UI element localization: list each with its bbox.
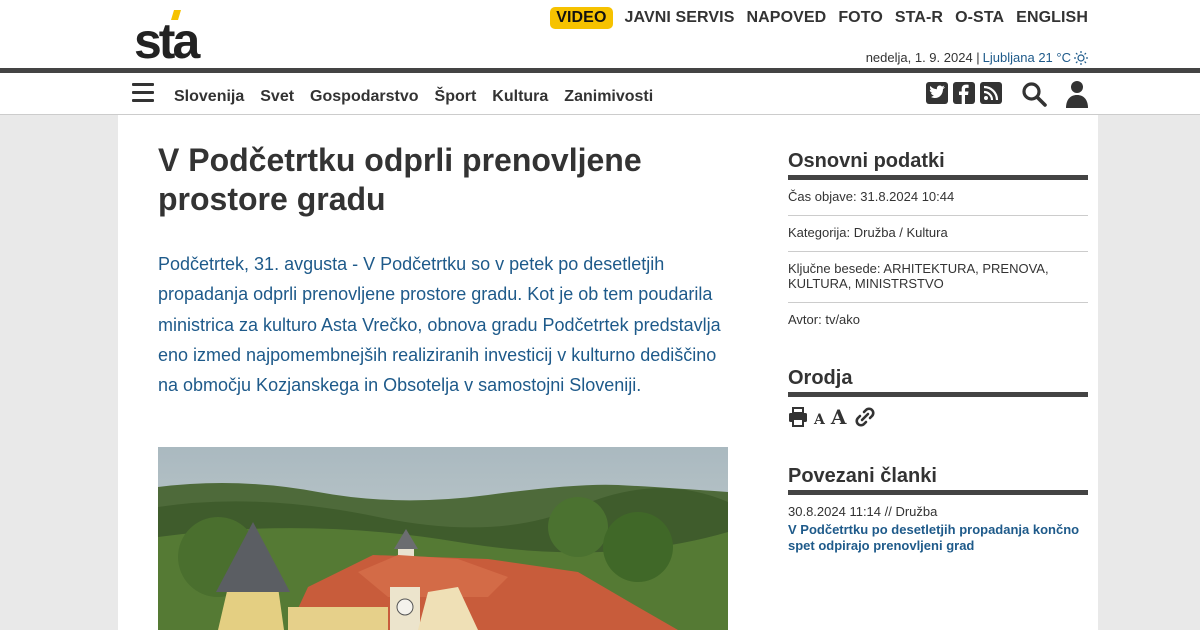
- article-photo[interactable]: [158, 447, 728, 630]
- tools-box: Orodja A A: [788, 367, 1088, 427]
- facebook-icon[interactable]: [953, 82, 975, 104]
- sta-logo[interactable]: sta: [134, 8, 224, 69]
- link-icon[interactable]: [852, 407, 878, 427]
- related-date: 30.8.2024 11:14 // Družba: [788, 504, 938, 519]
- meta-publish-time: Čas objave: 31.8.2024 10:44: [788, 180, 1088, 216]
- top-nav: VIDEO JAVNI SERVIS NAPOVED FOTO STA-R O-…: [550, 7, 1088, 29]
- top-nav-napoved[interactable]: NAPOVED: [746, 9, 826, 27]
- top-nav-video[interactable]: VIDEO: [550, 7, 613, 29]
- related-article-link[interactable]: V Podčetrtku po desetletjih propadanja k…: [788, 522, 1088, 554]
- article-lead: Podčetrtek, 31. avgusta - V Podčetrtku s…: [158, 254, 721, 396]
- font-increase-icon[interactable]: A: [831, 407, 847, 427]
- search-icon[interactable]: [1021, 81, 1047, 107]
- top-nav-o-sta[interactable]: O-STA: [955, 9, 1004, 27]
- related-title: Povezani članki: [788, 465, 1088, 495]
- twitter-icon[interactable]: [926, 82, 948, 104]
- top-nav-javni-servis[interactable]: JAVNI SERVIS: [625, 9, 735, 27]
- dateline: nedelja, 1. 9. 2024 | Ljubljana 21 °C: [866, 50, 1088, 65]
- basic-info-box: Osnovni podatki Čas objave: 31.8.2024 10…: [788, 150, 1088, 338]
- print-icon[interactable]: [788, 407, 808, 427]
- social-links: [926, 82, 1002, 104]
- section-nav: Slovenija Svet Gospodarstvo Šport Kultur…: [174, 88, 653, 106]
- font-decrease-icon[interactable]: A: [814, 413, 825, 427]
- top-bar: sta VIDEO JAVNI SERVIS NAPOVED FOTO STA-…: [0, 0, 1200, 69]
- top-nav-foto[interactable]: FOTO: [838, 9, 883, 27]
- meta-category: Kategorija: Družba / Kultura: [788, 216, 1088, 252]
- nav-zanimivosti[interactable]: Zanimivosti: [564, 88, 653, 106]
- svg-text:sta: sta: [134, 13, 201, 62]
- tools-row: A A: [788, 397, 1088, 427]
- top-nav-sta-r[interactable]: STA-R: [895, 9, 943, 27]
- related-articles-box: Povezani članki 30.8.2024 11:14 // Družb…: [788, 465, 1088, 554]
- meta-keywords: Ključne besede: ARHITEKTURA, PRENOVA, KU…: [788, 252, 1088, 303]
- basic-info-title: Osnovni podatki: [788, 150, 1088, 180]
- main-navbar: Slovenija Svet Gospodarstvo Šport Kultur…: [0, 73, 1200, 115]
- nav-slovenija[interactable]: Slovenija: [174, 88, 244, 106]
- nav-gospodarstvo[interactable]: Gospodarstvo: [310, 88, 418, 106]
- nav-svet[interactable]: Svet: [260, 88, 294, 106]
- menu-icon[interactable]: [132, 83, 154, 103]
- sun-icon: [1074, 50, 1088, 65]
- weather-link[interactable]: Ljubljana 21 °C: [983, 50, 1071, 65]
- user-icon[interactable]: [1066, 80, 1088, 108]
- content-area: V Podčetrtku odprli prenovljene prostore…: [118, 115, 1098, 630]
- article-title: V Podčetrtku odprli prenovljene prostore…: [158, 142, 642, 217]
- nav-kultura[interactable]: Kultura: [492, 88, 548, 106]
- current-date: nedelja, 1. 9. 2024 |: [865, 50, 980, 65]
- rss-icon[interactable]: [980, 82, 1002, 104]
- tools-title: Orodja: [788, 367, 1088, 397]
- meta-author: Avtor: tv/ako: [788, 312, 861, 327]
- nav-sport[interactable]: Šport: [435, 88, 477, 106]
- top-nav-english[interactable]: ENGLISH: [1016, 9, 1088, 27]
